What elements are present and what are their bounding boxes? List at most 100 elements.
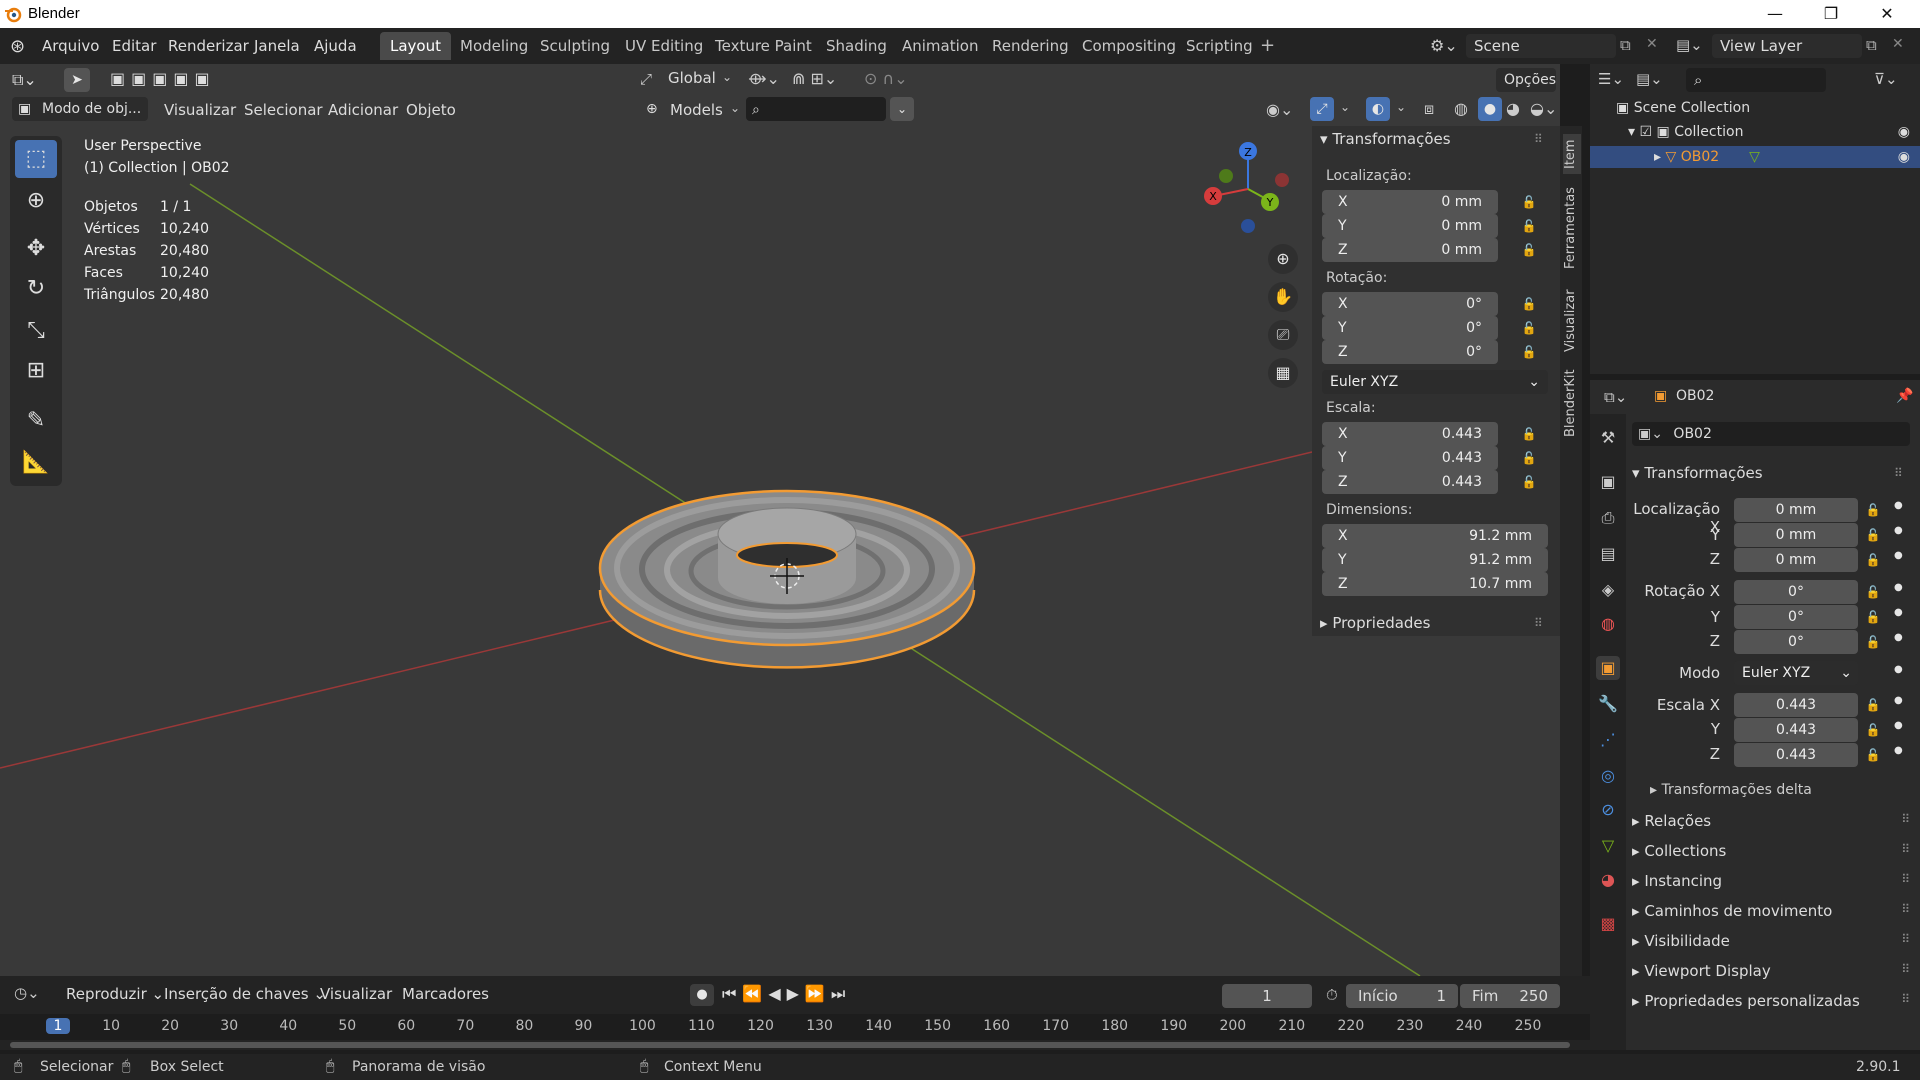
- drag-handle-icon[interactable]: ⠿: [1901, 962, 1910, 976]
- keyframe-dot-icon[interactable]: ●: [1894, 745, 1903, 756]
- solid-shading-icon[interactable]: ●: [1478, 97, 1502, 121]
- pan-hand-icon[interactable]: ✋: [1268, 282, 1298, 312]
- camera-icon[interactable]: ⎚: [1268, 320, 1298, 350]
- drag-handle-icon[interactable]: ⠿: [1901, 932, 1910, 946]
- editor-type-icon[interactable]: ⧉⌄: [12, 70, 37, 90]
- particles-icon[interactable]: ⋰: [1596, 728, 1620, 752]
- unlock-icon[interactable]: 🔓: [1520, 193, 1538, 211]
- loc-y-field[interactable]: 0 mm: [1734, 523, 1858, 547]
- menu-object[interactable]: Objeto: [398, 98, 464, 122]
- tab-rendering[interactable]: Rendering: [982, 32, 1079, 60]
- location-y-field[interactable]: Y 0 mm: [1322, 214, 1498, 238]
- keyframe-dot-icon[interactable]: ●: [1894, 720, 1903, 731]
- chevron-down-icon[interactable]: ⌄: [1340, 100, 1350, 114]
- scale-x-field[interactable]: X 0.443: [1322, 422, 1498, 446]
- minimize-icon[interactable]: —: [1746, 0, 1804, 28]
- collections-section[interactable]: ▸ Collections ⠿: [1632, 842, 1910, 860]
- tab-shading[interactable]: Shading: [816, 32, 897, 60]
- selection-mode-icons[interactable]: ▣▣▣▣▣: [110, 69, 220, 91]
- transform-section-header[interactable]: ▾ Transformações: [1320, 130, 1451, 148]
- eye-icon[interactable]: ◉: [1898, 146, 1910, 168]
- keyframe-dot-icon[interactable]: ●: [1894, 607, 1903, 618]
- delta-transform-subpanel[interactable]: ▸ Transformações delta: [1650, 782, 1812, 798]
- tab-tools[interactable]: Ferramentas: [1563, 186, 1581, 270]
- material-shading-icon[interactable]: ◕: [1506, 99, 1520, 118]
- unlock-icon[interactable]: 🔓: [1864, 633, 1882, 651]
- unlock-icon[interactable]: 🔓: [1864, 551, 1882, 569]
- rotate-tool-icon[interactable]: ↻: [15, 270, 57, 308]
- physics-icon[interactable]: ◎: [1596, 764, 1620, 788]
- tab-animation[interactable]: Animation: [892, 32, 988, 60]
- menu-keying[interactable]: Inserção de chaves ⌄: [156, 982, 334, 1006]
- view-layer-field[interactable]: View Layer: [1712, 34, 1862, 58]
- view-layer-browse-icon[interactable]: ▤⌄: [1676, 36, 1703, 54]
- new-scene-icon[interactable]: ⧉: [1620, 36, 1631, 54]
- render-icon[interactable]: ▣: [1596, 470, 1620, 494]
- relations-section[interactable]: ▸ Relações ⠿: [1632, 812, 1910, 830]
- measure-tool-icon[interactable]: 📐: [15, 444, 57, 482]
- clock-icon[interactable]: ⏱: [1326, 986, 1338, 1004]
- menu-add[interactable]: Adicionar: [320, 98, 406, 122]
- scene-name-field[interactable]: Scene: [1466, 34, 1616, 58]
- overlays-toggle-icon[interactable]: ◐: [1366, 97, 1390, 121]
- scale-tool-icon[interactable]: ⤡: [15, 312, 57, 350]
- record-icon[interactable]: ●: [690, 984, 714, 1006]
- view-layer-icon[interactable]: ▤: [1596, 542, 1620, 566]
- zoom-icon[interactable]: ⊕: [1268, 244, 1298, 274]
- move-tool-icon[interactable]: ✥: [15, 230, 57, 268]
- scale-y-field[interactable]: Y 0.443: [1322, 446, 1498, 470]
- start-frame-field[interactable]: Início 1: [1346, 984, 1458, 1008]
- tab-view[interactable]: Visualizar: [1563, 286, 1581, 356]
- timeline-scrollbar[interactable]: [10, 1042, 1570, 1048]
- location-x-field[interactable]: X 0 mm: [1322, 190, 1498, 214]
- tab-compositing[interactable]: Compositing: [1072, 32, 1186, 60]
- viewport-search-input[interactable]: ⌕: [746, 97, 886, 121]
- drag-handle-icon[interactable]: ⠿: [1901, 902, 1910, 916]
- modifier-icon[interactable]: 🔧: [1596, 692, 1620, 716]
- menu-window[interactable]: Janela: [248, 35, 306, 57]
- end-frame-field[interactable]: Fim 250: [1460, 984, 1560, 1008]
- options-dropdown[interactable]: Opções: [1496, 68, 1556, 92]
- unlock-icon[interactable]: 🔓: [1864, 746, 1882, 764]
- menu-edit[interactable]: Editar: [106, 35, 162, 57]
- blender-menu-icon[interactable]: ⊛: [10, 36, 25, 57]
- motion-paths-section[interactable]: ▸ Caminhos de movimento ⠿: [1632, 902, 1910, 920]
- rotation-x-field[interactable]: X 0°: [1322, 292, 1498, 316]
- filter-icon[interactable]: ⊽⌄: [1874, 70, 1898, 88]
- delete-scene-icon[interactable]: ✕: [1646, 36, 1658, 52]
- close-icon[interactable]: ✕: [1858, 0, 1916, 28]
- constraints-icon[interactable]: ⊘: [1596, 798, 1620, 822]
- scene-browse-icon[interactable]: ⚙⌄: [1430, 36, 1458, 55]
- unlock-icon[interactable]: 🔓: [1520, 473, 1538, 491]
- rot-z-field[interactable]: 0°: [1734, 630, 1858, 654]
- timeline-editor-icon[interactable]: ◷⌄: [14, 984, 40, 1002]
- xray-icon[interactable]: ⧈: [1424, 99, 1434, 119]
- pivot-point-icon[interactable]: ⟴⌄: [748, 69, 780, 88]
- cursor-tool-icon[interactable]: ⊕: [15, 182, 57, 220]
- outliner-type-icon[interactable]: ☰⌄: [1598, 70, 1624, 88]
- transform-tool-icon[interactable]: ⊞: [15, 352, 57, 390]
- scene-icon[interactable]: ◈: [1596, 578, 1620, 602]
- outliner-object-ob02[interactable]: ▸ ▽ OB02 ▽ ◉: [1590, 146, 1920, 168]
- tool-settings-icon[interactable]: ⚒: [1596, 426, 1620, 450]
- dimension-z-field[interactable]: Z 10.7 mm: [1322, 572, 1548, 596]
- checkbox-icon[interactable]: ☑: [1639, 124, 1656, 140]
- drag-handle-icon[interactable]: ⠿: [1534, 132, 1543, 146]
- tab-blenderkit[interactable]: BlenderKit: [1563, 368, 1581, 438]
- unlock-icon[interactable]: 🔓: [1864, 526, 1882, 544]
- playback-controls[interactable]: ⏮⏪◀▶⏩⏭: [722, 984, 851, 1004]
- rot-x-field[interactable]: 0°: [1734, 580, 1858, 604]
- display-mode-icon[interactable]: ▤⌄: [1636, 70, 1663, 88]
- properties-section-header[interactable]: ▸ Propriedades: [1320, 614, 1430, 632]
- unlock-icon[interactable]: 🔓: [1864, 696, 1882, 714]
- new-view-layer-icon[interactable]: ⧉: [1866, 36, 1877, 54]
- unlock-icon[interactable]: 🔓: [1520, 241, 1538, 259]
- perspective-grid-icon[interactable]: ▦: [1268, 358, 1298, 388]
- keyframe-dot-icon[interactable]: ●: [1894, 525, 1903, 536]
- object-name-field[interactable]: ▣⌄ OB02: [1632, 422, 1910, 446]
- keyframe-dot-icon[interactable]: ●: [1894, 500, 1903, 511]
- scale-y-field[interactable]: 0.443: [1734, 718, 1858, 742]
- menu-playback[interactable]: Reproduzir ⌄: [58, 982, 172, 1006]
- proportional-edit-icon[interactable]: ⊙ ∩⌄: [864, 69, 908, 88]
- menu-view[interactable]: Visualizar: [156, 98, 244, 122]
